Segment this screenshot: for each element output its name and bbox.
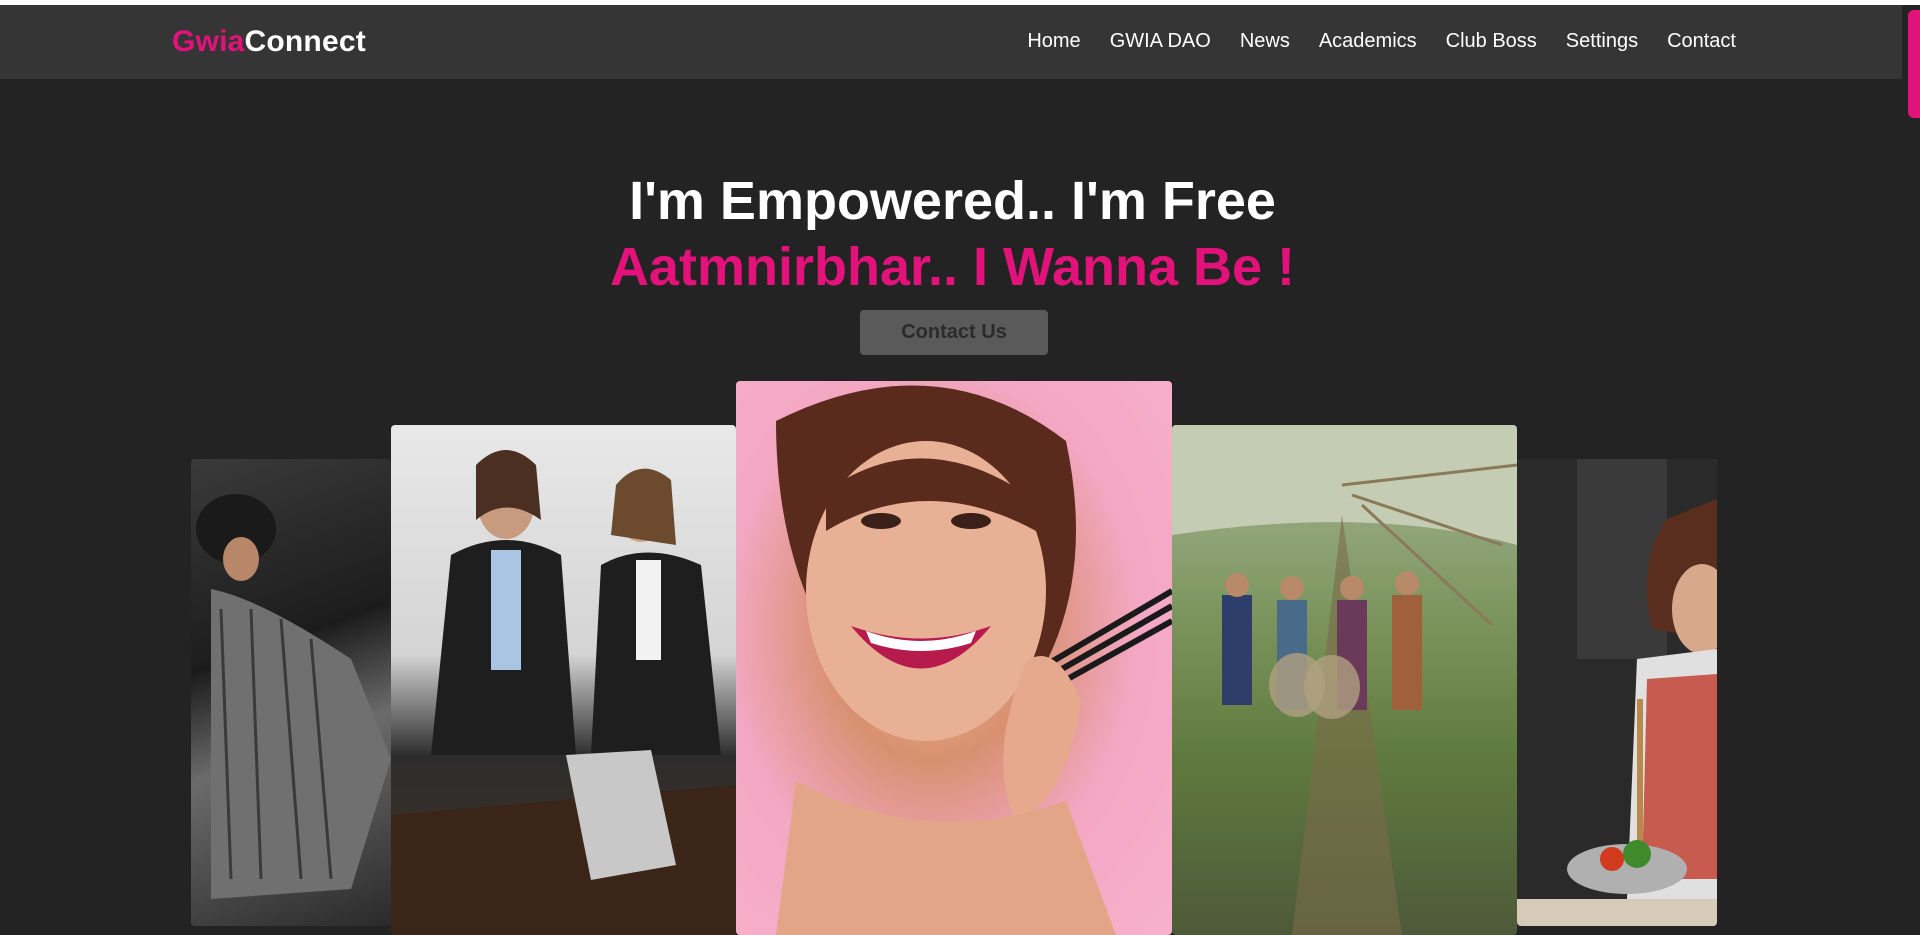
photo-illustration bbox=[1172, 425, 1517, 935]
smiling-woman-pink-background-photo[interactable] bbox=[736, 381, 1172, 935]
nav-settings[interactable]: Settings bbox=[1566, 30, 1638, 53]
photo-illustration bbox=[196, 494, 391, 899]
brand-logo-part1: Gwia bbox=[172, 25, 245, 58]
nav-gwia-dao[interactable]: GWIA DAO bbox=[1110, 30, 1211, 53]
navbar: GwiaConnect Home GWIA DAO News Academics… bbox=[0, 5, 1902, 79]
nav-news[interactable]: News bbox=[1240, 30, 1290, 53]
nav-contact[interactable]: Contact bbox=[1667, 30, 1736, 53]
photo-illustration bbox=[1517, 459, 1717, 926]
scrollbar-track[interactable] bbox=[1902, 5, 1920, 935]
photo-illustration bbox=[391, 450, 736, 935]
business-women-handshake-photo[interactable] bbox=[391, 425, 736, 935]
main-nav: Home GWIA DAO News Academics Club Boss S… bbox=[998, 30, 1736, 53]
women-walking-rural-path-photo[interactable] bbox=[1172, 425, 1517, 935]
nav-academics[interactable]: Academics bbox=[1319, 30, 1417, 53]
brand-logo[interactable]: GwiaConnect bbox=[172, 25, 366, 59]
nav-club-boss[interactable]: Club Boss bbox=[1446, 30, 1537, 53]
photo-illustration bbox=[776, 385, 1172, 935]
brand-logo-part2: Connect bbox=[244, 25, 366, 58]
woman-cooking-kitchen-photo[interactable] bbox=[1517, 459, 1717, 926]
contact-us-button[interactable]: Contact Us bbox=[860, 310, 1048, 355]
hero-subtitle: Aatmnirbhar.. I Wanna Be ! bbox=[609, 237, 1296, 297]
nav-home[interactable]: Home bbox=[1027, 30, 1080, 53]
scrollbar-thumb[interactable] bbox=[1908, 10, 1920, 118]
hero-title: I'm Empowered.. I'm Free bbox=[629, 171, 1276, 231]
woman-in-striped-suit-photo[interactable] bbox=[191, 459, 391, 926]
